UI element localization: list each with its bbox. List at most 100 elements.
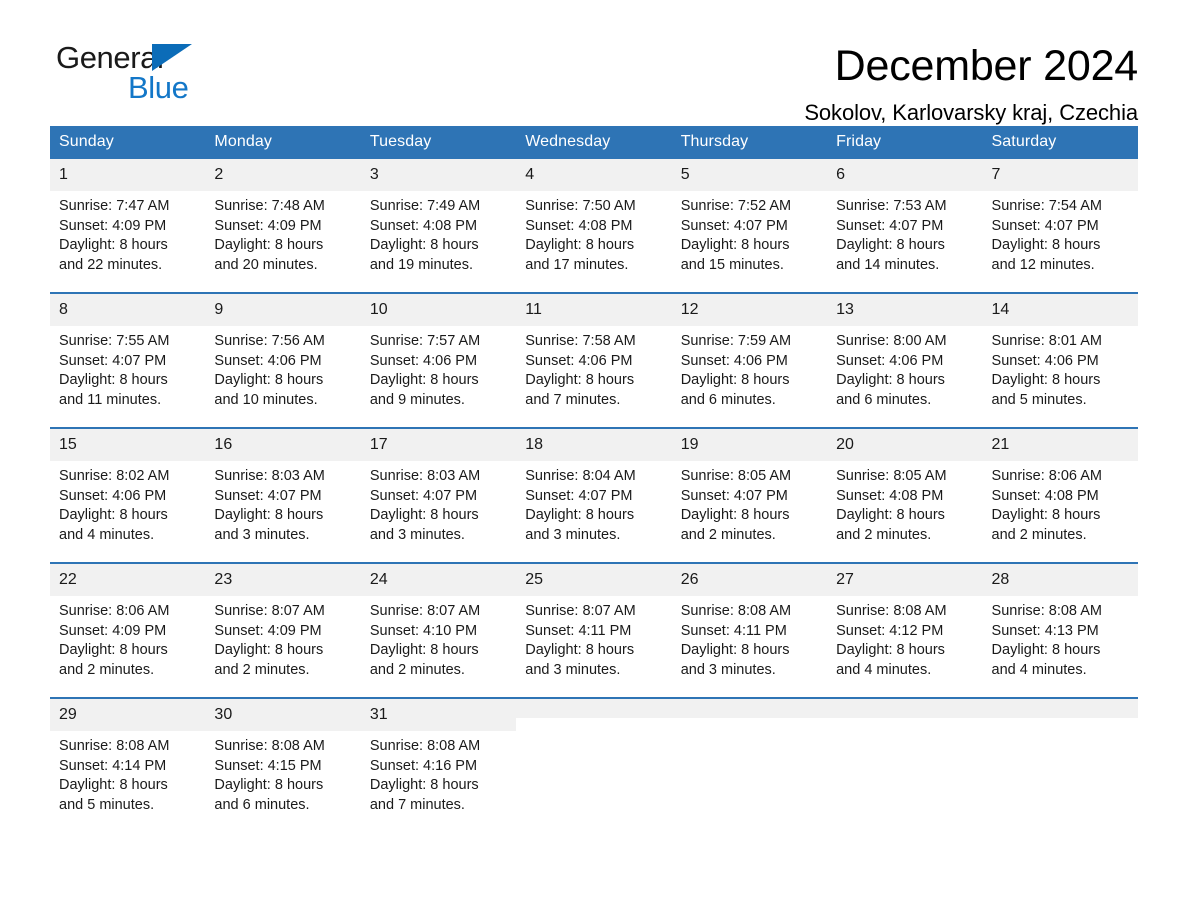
calendar-day-cell[interactable]: 21 Sunrise: 8:06 AM Sunset: 4:08 PM Dayligh… [982,427,1138,563]
calendar-day-cell[interactable]: 16 Sunrise: 8:03 AM Sunset: 4:07 PM Dayligh… [205,427,361,563]
calendar-day-cell[interactable]: 17 Sunrise: 8:03 AM Sunset: 4:07 PM Dayligh… [360,427,517,563]
sunset-time: Sunset: 4:09 PM [59,622,167,639]
calendar-day-cell[interactable]: 19 Sunrise: 8:05 AM Sunset: 4:07 PM Dayligh… [671,427,828,563]
calendar-day-cell[interactable]: 26 Sunrise: 8:08 AM Sunset: 4:11 PM Dayligh… [671,562,828,698]
calendar-day-cell[interactable]: 4 Sunrise: 7:50 AM Sunset: 4:08 PM Daylight… [516,159,672,293]
calendar-day-cell[interactable]: 24 Sunrise: 8:07 AM Sunset: 4:10 PM Dayligh… [360,562,517,698]
calendar-day-cell[interactable]: 28 Sunrise: 8:08 AM Sunset: 4:13 PM Dayligh… [982,562,1138,698]
daylight-duration-line2: and 3 minutes. [369,526,465,543]
day-cell-content: 14 Sunrise: 8:01 AM Sunset: 4:06 PM Dayligh… [982,294,1138,427]
sunrise-time: Sunrise: 8:08 AM [369,738,481,754]
daylight-duration-line2: and 17 minutes. [525,256,629,273]
sunrise-time: Sunrise: 8:05 AM [836,468,947,484]
sunset-time: Sunset: 4:08 PM [369,217,478,234]
day-number: 16 [205,429,361,461]
calendar-day-cell[interactable]: 9 Sunrise: 7:56 AM Sunset: 4:06 PM Daylight… [205,292,361,428]
daylight-duration-line2: and 7 minutes. [369,796,465,813]
daylight-duration-line1: Daylight: 8 hours [836,642,945,659]
calendar-day-cell[interactable]: 30 Sunrise: 8:08 AM Sunset: 4:15 PM Dayligh… [205,697,361,832]
daylight-duration-line1: Daylight: 8 hours [991,507,1101,524]
day-number [516,699,672,718]
calendar-day-cell[interactable]: 7 Sunrise: 7:54 AM Sunset: 4:07 PM Daylight… [982,159,1138,293]
day-details: Sunrise: 7:49 AM Sunset: 4:08 PM Daylight:… [361,191,516,275]
day-cell-content [982,699,1138,832]
day-details: Sunrise: 8:07 AM Sunset: 4:10 PM Daylight:… [361,596,516,680]
daylight-duration-line2: and 5 minutes. [991,391,1087,408]
sunrise-time: Sunrise: 7:59 AM [680,333,792,349]
calendar-day-cell[interactable]: 15 Sunrise: 8:02 AM Sunset: 4:06 PM Dayligh… [50,427,206,563]
calendar-day-cell[interactable]: 31 Sunrise: 8:08 AM Sunset: 4:16 PM Dayligh… [360,697,517,832]
weekday-header-friday: Friday [827,126,983,159]
sunset-time: Sunset: 4:13 PM [991,622,1099,639]
daylight-duration-line1: Daylight: 8 hours [369,642,479,659]
day-number: 15 [50,429,206,461]
sunset-time: Sunset: 4:09 PM [214,622,322,639]
calendar-day-cell[interactable]: 27 Sunrise: 8:08 AM Sunset: 4:12 PM Dayligh… [827,562,983,698]
sunrise-time: Sunrise: 8:06 AM [991,468,1102,484]
calendar-day-cell-empty [516,697,672,832]
calendar-day-cell[interactable]: 22 Sunrise: 8:06 AM Sunset: 4:09 PM Dayligh… [50,562,206,698]
daylight-duration-line2: and 2 minutes. [836,526,932,543]
sunrise-time: Sunrise: 8:07 AM [369,603,481,619]
daylight-duration-line2: and 4 minutes. [991,661,1087,678]
sunrise-time: Sunrise: 8:08 AM [991,603,1102,619]
day-cell-content [516,699,672,832]
calendar-day-cell[interactable]: 2 Sunrise: 7:48 AM Sunset: 4:09 PM Daylight… [205,159,361,293]
calendar-day-cell[interactable]: 29 Sunrise: 8:08 AM Sunset: 4:14 PM Dayligh… [50,697,206,832]
daylight-duration-line1: Daylight: 8 hours [214,237,324,254]
sunrise-time: Sunrise: 8:02 AM [59,468,170,484]
generalblue-logo[interactable]: General Blue [50,42,210,112]
sunset-time: Sunset: 4:07 PM [525,487,633,504]
day-cell-content: 26 Sunrise: 8:08 AM Sunset: 4:11 PM Dayligh… [671,564,828,697]
day-number: 4 [516,159,672,191]
calendar-day-cell[interactable]: 10 Sunrise: 7:57 AM Sunset: 4:06 PM Dayligh… [360,292,517,428]
calendar-day-cell[interactable]: 12 Sunrise: 7:59 AM Sunset: 4:06 PM Dayligh… [671,292,828,428]
sunset-time: Sunset: 4:08 PM [525,217,633,234]
daylight-duration-line1: Daylight: 8 hours [59,642,168,659]
daylight-duration-line1: Daylight: 8 hours [680,507,790,524]
calendar-day-cell[interactable]: 14 Sunrise: 8:01 AM Sunset: 4:06 PM Dayligh… [982,292,1138,428]
day-details: Sunrise: 8:03 AM Sunset: 4:07 PM Daylight:… [205,461,360,545]
calendar-day-cell[interactable]: 11 Sunrise: 7:58 AM Sunset: 4:06 PM Dayligh… [516,292,672,428]
calendar-day-cell[interactable]: 13 Sunrise: 8:00 AM Sunset: 4:06 PM Dayligh… [827,292,983,428]
sunset-time: Sunset: 4:15 PM [214,757,322,774]
daylight-duration-line1: Daylight: 8 hours [214,642,324,659]
sunrise-time: Sunrise: 7:50 AM [525,198,636,214]
day-cell-content: 13 Sunrise: 8:00 AM Sunset: 4:06 PM Dayligh… [827,294,983,427]
daylight-duration-line1: Daylight: 8 hours [991,642,1101,659]
logo-text-blue: Blue [128,70,189,105]
daylight-duration-line2: and 6 minutes. [836,391,932,408]
calendar-day-cell[interactable]: 25 Sunrise: 8:07 AM Sunset: 4:11 PM Dayligh… [516,562,672,698]
calendar-day-cell[interactable]: 1 Sunrise: 7:47 AM Sunset: 4:09 PM Daylight… [50,159,206,293]
daylight-duration-line2: and 2 minutes. [369,661,465,678]
sunset-time: Sunset: 4:07 PM [214,487,322,504]
calendar-day-cell[interactable]: 20 Sunrise: 8:05 AM Sunset: 4:08 PM Dayligh… [827,427,983,563]
calendar-day-cell[interactable]: 23 Sunrise: 8:07 AM Sunset: 4:09 PM Dayligh… [205,562,361,698]
sunrise-time: Sunrise: 7:52 AM [680,198,792,214]
calendar-day-cell[interactable]: 5 Sunrise: 7:52 AM Sunset: 4:07 PM Daylight… [671,159,828,293]
calendar-day-cell[interactable]: 3 Sunrise: 7:49 AM Sunset: 4:08 PM Daylight… [360,159,517,293]
daylight-duration-line1: Daylight: 8 hours [836,237,945,254]
sunset-time: Sunset: 4:10 PM [369,622,478,639]
sunrise-time: Sunrise: 7:54 AM [991,198,1102,214]
day-cell-content [671,699,828,832]
day-details: Sunrise: 8:02 AM Sunset: 4:06 PM Daylight:… [50,461,205,545]
calendar-day-cell[interactable]: 18 Sunrise: 8:04 AM Sunset: 4:07 PM Dayligh… [516,427,672,563]
calendar-week-row: 8 Sunrise: 7:55 AM Sunset: 4:07 PM Daylight… [50,292,1138,428]
day-cell-content: 12 Sunrise: 7:59 AM Sunset: 4:06 PM Dayligh… [671,294,828,427]
day-cell-content: 17 Sunrise: 8:03 AM Sunset: 4:07 PM Dayligh… [360,429,517,562]
calendar-day-cell[interactable]: 6 Sunrise: 7:53 AM Sunset: 4:07 PM Daylight… [827,159,983,293]
day-details: Sunrise: 7:59 AM Sunset: 4:06 PM Daylight:… [672,326,827,410]
day-number: 19 [671,429,828,461]
sunset-time: Sunset: 4:08 PM [991,487,1099,504]
sunrise-time: Sunrise: 8:00 AM [836,333,947,349]
calendar-week-row: 29 Sunrise: 8:08 AM Sunset: 4:14 PM Dayligh… [50,697,1138,832]
daylight-duration-line1: Daylight: 8 hours [991,237,1101,254]
daylight-duration-line2: and 22 minutes. [59,256,163,273]
day-details: Sunrise: 7:54 AM Sunset: 4:07 PM Daylight:… [983,191,1138,275]
sunrise-time: Sunrise: 7:49 AM [369,198,481,214]
sunset-time: Sunset: 4:07 PM [836,217,944,234]
calendar-day-cell[interactable]: 8 Sunrise: 7:55 AM Sunset: 4:07 PM Daylight… [50,292,206,428]
daylight-duration-line1: Daylight: 8 hours [525,507,635,524]
day-cell-content: 28 Sunrise: 8:08 AM Sunset: 4:13 PM Dayligh… [982,564,1138,697]
